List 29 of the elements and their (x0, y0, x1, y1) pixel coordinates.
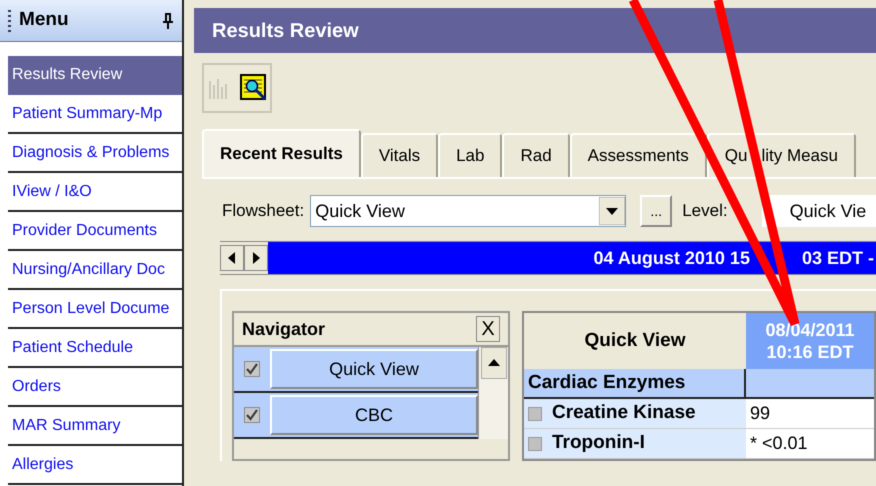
result-value: 99 (749, 402, 772, 425)
navigator-item[interactable]: Quick View (270, 349, 478, 389)
navigator-item[interactable]: CBC (270, 395, 478, 435)
section-header: Cardiac Enzymes (524, 369, 746, 397)
date-text: 04 August 2010 15 (594, 246, 750, 270)
menu-item[interactable]: Results Review (8, 56, 182, 95)
menu-title: Menu (19, 8, 70, 32)
tab[interactable]: Rad (502, 133, 570, 177)
navigator-title: Navigator (242, 318, 326, 341)
result-value: * <0.01 (749, 432, 809, 455)
flowsheet-label: Flowsheet: (222, 200, 304, 222)
flowsheet-dropdown[interactable]: Quick View (310, 195, 626, 227)
column-date: 08/04/2011 (765, 318, 855, 341)
level-label: Level: (682, 200, 728, 222)
close-button[interactable]: X (476, 316, 500, 342)
level-field[interactable]: Quick Vie (762, 195, 876, 227)
tab-label: lity Measu (761, 145, 838, 168)
result-name: Creatine Kinase (552, 401, 696, 426)
grid-heading: Quick View (524, 313, 746, 369)
browse-button[interactable]: ... (640, 195, 672, 227)
tab[interactable]: Vitals (360, 133, 438, 177)
date-text: 03 EDT - (802, 246, 874, 270)
result-name: Troponin-I (552, 431, 645, 456)
tab[interactable]: Lab (438, 133, 502, 177)
window-title: Results Review (212, 18, 359, 44)
tab-label: Qu (724, 145, 748, 168)
column-time: 10:16 EDT (766, 341, 854, 364)
tab[interactable]: Recent Results (202, 129, 361, 177)
tab[interactable]: Assessments (570, 133, 707, 177)
